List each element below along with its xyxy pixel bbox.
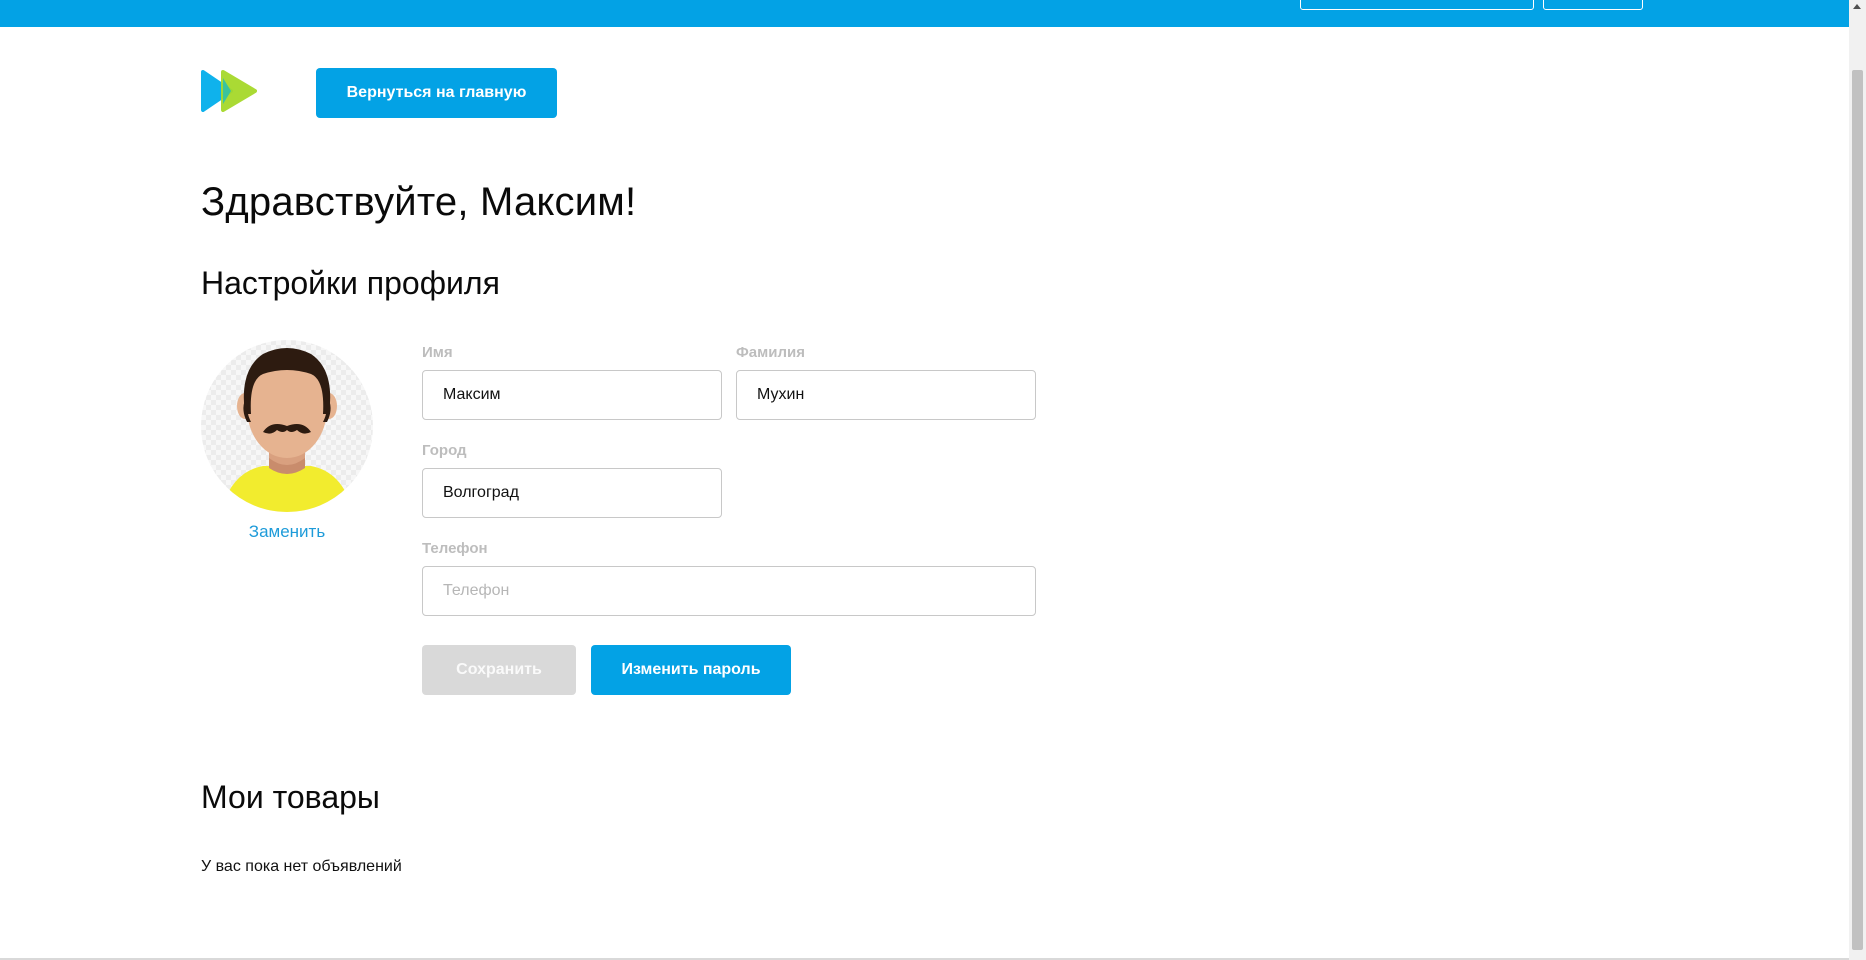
phone-label: Телефон [422, 540, 488, 557]
scroll-up-arrow-icon[interactable] [1853, 4, 1861, 9]
first-name-field[interactable] [422, 370, 722, 420]
replace-avatar-link[interactable]: Заменить [201, 522, 373, 542]
avatar-illustration [201, 340, 373, 512]
no-ads-message: У вас пока нет объявлений [201, 858, 402, 875]
avatar [201, 340, 373, 512]
phone-field[interactable] [422, 566, 1036, 616]
scrollbar-thumb[interactable] [1852, 70, 1863, 950]
play-logo-icon [201, 70, 257, 112]
first-name-label: Имя [422, 344, 453, 361]
last-name-label: Фамилия [736, 344, 805, 361]
save-button[interactable]: Сохранить [422, 645, 576, 695]
top-bar [0, 0, 1849, 27]
city-field[interactable] [422, 468, 722, 518]
my-goods-heading: Мои товары [201, 779, 380, 815]
top-bar-outline-button[interactable] [1300, 0, 1534, 10]
logo[interactable] [201, 70, 259, 112]
profile-settings-heading: Настройки профиля [201, 265, 500, 301]
city-label: Город [422, 442, 467, 459]
page-title: Здравствуйте, Максим! [201, 180, 637, 224]
scrollbar[interactable] [1849, 0, 1866, 960]
change-password-button[interactable]: Изменить пароль [591, 645, 791, 695]
last-name-field[interactable] [736, 370, 1036, 420]
back-to-home-button[interactable]: Вернуться на главную [316, 68, 557, 118]
top-bar-outline-button-small[interactable] [1543, 0, 1643, 10]
